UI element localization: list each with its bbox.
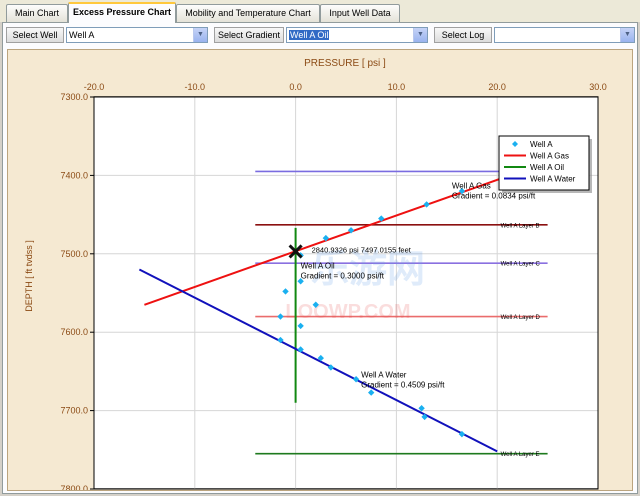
tab-main-chart[interactable]: Main Chart (6, 4, 68, 22)
annotation-text: Well A Gas (452, 182, 491, 191)
x-tick-label: 30.0 (589, 82, 607, 92)
chart-x-axis-title: PRESSURE [ psi ] (304, 58, 386, 69)
excess-pressure-panel: Select Well Well A ▼ Select Gradient Wel… (2, 22, 638, 494)
annotation-text: Gradient = 0.3000 psi/ft (301, 272, 385, 281)
x-tick-label: -10.0 (185, 82, 206, 92)
select-log-label: Select Log (434, 27, 492, 43)
tab-bar: Main Chart Excess Pressure Chart Mobilit… (0, 0, 640, 23)
annotation-text: Gradient = 0.4509 psi/ft (361, 381, 445, 390)
select-well-label: Select Well (6, 27, 64, 43)
chart-y-axis-title: DEPTH [ ft tvdss ] (24, 240, 34, 312)
x-tick-label: -20.0 (84, 82, 105, 92)
layer-label: Well A Layer C (501, 262, 541, 268)
annotation-text: Gradient = 0.0834 psi/ft (452, 192, 536, 201)
y-tick-label: 7800.0 (60, 484, 88, 490)
select-well-value: Well A (69, 30, 95, 40)
chevron-down-icon[interactable]: ▼ (620, 28, 634, 42)
layer-label: Well A Layer E (501, 452, 540, 458)
select-log-dropdown[interactable]: ▼ (494, 27, 635, 43)
y-tick-label: 7500.0 (60, 249, 88, 259)
y-tick-label: 7300.0 (60, 92, 88, 102)
tab-mobility-temperature-chart[interactable]: Mobility and Temperature Chart (176, 4, 320, 22)
tab-excess-pressure-chart[interactable]: Excess Pressure Chart (68, 2, 176, 23)
chart-container: PRESSURE [ psi ] DEPTH [ ft tvdss ] -20.… (7, 49, 633, 494)
annotation-text: Well A Water (361, 371, 407, 380)
legend-label: Well A Water (530, 175, 576, 184)
y-tick-label: 7700.0 (60, 406, 88, 416)
legend-label: Well A Oil (530, 163, 564, 172)
chevron-down-icon[interactable]: ▼ (193, 28, 207, 42)
tab-input-well-data[interactable]: Input Well Data (320, 4, 400, 22)
annotation-text: Well A Oil (301, 262, 335, 271)
select-well-dropdown[interactable]: Well A ▼ (66, 27, 208, 43)
select-gradient-value: Well A Oil (289, 30, 330, 40)
y-tick-label: 7400.0 (60, 170, 88, 180)
legend-label: Well A Gas (530, 152, 569, 161)
x-tick-label: 10.0 (388, 82, 406, 92)
x-tick-label: 0.0 (289, 82, 302, 92)
select-gradient-label: Select Gradient (214, 27, 284, 43)
chart-legend: Well A Well A Gas Well A Oil Well A Water (498, 135, 592, 193)
intersection-label: 2840.9326 psi 7497.0155 feet (312, 245, 412, 254)
watermark-url-text: LOOWP.COM (285, 301, 410, 323)
layer-label: Well A Layer B (501, 223, 540, 229)
select-gradient-dropdown[interactable]: Well A Oil ▼ (286, 27, 428, 43)
chevron-down-icon[interactable]: ▼ (413, 28, 427, 42)
toolbar: Select Well Well A ▼ Select Gradient Wel… (3, 25, 637, 45)
excess-pressure-chart[interactable]: PRESSURE [ psi ] DEPTH [ ft tvdss ] -20.… (8, 50, 632, 494)
y-tick-label: 7600.0 (60, 327, 88, 337)
legend-label: Well A (530, 140, 553, 149)
layer-label: Well A Layer D (501, 315, 541, 321)
x-tick-label: 20.0 (488, 82, 506, 92)
